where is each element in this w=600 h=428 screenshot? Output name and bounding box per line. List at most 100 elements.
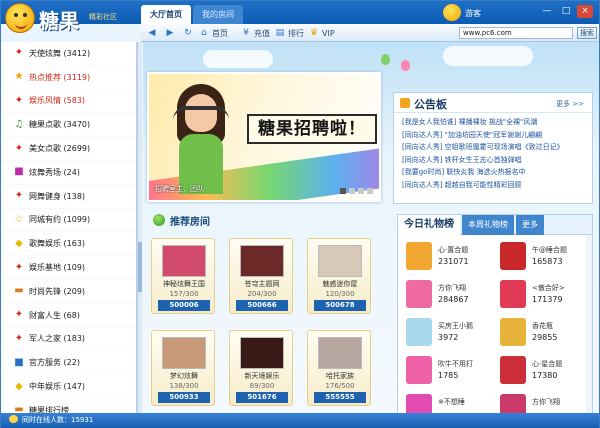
scrollbar-thumb[interactable]: [138, 242, 142, 292]
sidebar-item-label: 歌舞娱乐 (163): [29, 239, 86, 249]
sidebar-item[interactable]: ■ 炫舞秀场 (24): [1, 161, 136, 185]
category-icon: ✦: [14, 332, 24, 344]
category-icon: ♫: [14, 118, 24, 130]
room-thumbnail[interactable]: [162, 337, 206, 369]
category-icon: ✦: [14, 94, 24, 106]
room-thumbnail[interactable]: [240, 245, 284, 277]
sidebar-item[interactable]: ▬ 糖果排行榜: [1, 399, 136, 413]
sidebar-item[interactable]: ■ 官方服务 (22): [1, 351, 136, 376]
gift-item[interactable]: <傲合好> 171379: [494, 277, 586, 313]
sidebar-item[interactable]: ▬ 时尚先锋 (209): [1, 280, 136, 304]
room-card[interactable]: 神秘炫舞王国 157/300 500006: [151, 238, 215, 314]
gift-item[interactable]: 心·星合题 17380: [494, 353, 586, 389]
close-button[interactable]: ×: [577, 5, 593, 18]
room-thumbnail[interactable]: [318, 245, 362, 277]
refresh-button[interactable]: ↻: [183, 27, 196, 39]
sidebar-item[interactable]: ☆ 同城有约 (1099): [1, 209, 136, 233]
room-card[interactable]: 哈托家族 176/500 555555: [307, 330, 371, 406]
gift-name: 方你飞翔: [438, 284, 466, 292]
room-card[interactable]: 梦幻炫舞 138/300 500933: [151, 330, 215, 406]
pager-dot[interactable]: [340, 188, 346, 194]
gift-item[interactable]: 香花瓶 29855: [494, 315, 586, 351]
gift-count: 284867: [438, 295, 469, 304]
room-thumbnail[interactable]: [162, 245, 206, 277]
window-controls: — □ ×: [536, 5, 593, 18]
room-card[interactable]: 魅惑迷你屋 120/300 500678: [307, 238, 371, 314]
notice-item[interactable]: [同向达人秀] 超越自我可能性精彩回顾: [394, 179, 592, 192]
refresh-icon: ↻: [184, 28, 192, 38]
gift-item[interactable]: 吹牛不用打 1785: [400, 353, 492, 389]
recommended-header: 推荐房间: [153, 212, 210, 228]
tab-more-gifts[interactable]: 更多: [516, 215, 544, 235]
sidebar-item-label: 时尚先锋 (209): [29, 286, 86, 296]
online-count: 15931: [71, 416, 94, 424]
sidebar-item-label: 网舞健身 (138): [29, 191, 86, 201]
ranking-button[interactable]: ▤ 排行: [275, 27, 304, 39]
sidebar-item[interactable]: ✦ 娱乐基地 (109): [1, 256, 136, 280]
sidebar-item[interactable]: ✦ 网舞健身 (138): [1, 185, 136, 209]
notice-item[interactable]: [我是女人我怕谁] 裸播裸妆 挑战"全裸"风潮: [394, 116, 592, 129]
gift-item[interactable]: 方你飞翔 284867: [400, 277, 492, 313]
sidebar-item[interactable]: ✦ 军人之家 (183): [1, 328, 136, 352]
notice-item[interactable]: [同向达人秀] "加油坊园天使"冠军谢谢儿翩翩: [394, 129, 592, 142]
minimize-button[interactable]: —: [539, 5, 555, 18]
search-button[interactable]: 搜索: [577, 27, 597, 39]
room-card[interactable]: 苍穹主题网 204/300 500666: [229, 238, 293, 314]
sidebar-item[interactable]: ✦ 娱乐风情 (583): [1, 90, 136, 114]
sidebar-item[interactable]: ♫ 糖果点歌 (3470): [1, 113, 136, 138]
sidebar-item[interactable]: ✦ 天使炫舞 (3412): [1, 42, 136, 66]
tab-today-gifts[interactable]: 今日礼物榜: [398, 215, 460, 235]
room-card[interactable]: 新天境娱乐 89/300 501676: [229, 330, 293, 406]
notice-item[interactable]: [我要go时尚] 联快炎我 海选火热报名中: [394, 166, 592, 179]
avatar[interactable]: [443, 4, 461, 21]
pager-dot[interactable]: [367, 188, 373, 194]
home-button[interactable]: ⌂ 首页: [199, 27, 228, 39]
gift-item[interactable]: 午@睡合题 165873: [494, 239, 586, 275]
gift-item[interactable]: 方你飞翔: [494, 391, 586, 413]
gift-name: 心·星合题: [532, 360, 563, 368]
forward-button[interactable]: ▶: [165, 27, 178, 39]
maximize-button[interactable]: □: [558, 5, 574, 18]
sidebar-item[interactable]: ✦ 美女点歌 (2699): [1, 137, 136, 161]
sidebar-item[interactable]: ◆ 中年娱乐 (147): [1, 375, 136, 399]
sidebar-item[interactable]: ★ 热点推荐 (3119): [1, 66, 136, 90]
gift-ranking: 今日礼物榜 本周礼物榜 更多 心·置合题 231071 午@睡合题 165873 方你飞…: [397, 214, 593, 413]
sidebar-item[interactable]: ✦ 财富人生 (68): [1, 304, 136, 328]
recharge-button[interactable]: ¥ 充值: [241, 27, 270, 39]
tab-lobby[interactable]: 大厅首页: [141, 5, 191, 24]
room-thumbnail[interactable]: [318, 337, 362, 369]
pager-dot[interactable]: [349, 188, 355, 194]
user-area[interactable]: 游客: [443, 4, 513, 21]
category-icon: ■: [14, 166, 24, 178]
gift-tabs: 今日礼物榜 本周礼物榜 更多: [398, 215, 592, 235]
notice-title: 公告板: [414, 98, 447, 111]
notice-more-link[interactable]: 更多 >>: [556, 99, 584, 109]
gift-icon: [500, 280, 526, 308]
sidebar-item-label: 糖果排行榜: [29, 405, 69, 413]
vip-button[interactable]: ♛ VIP: [309, 27, 335, 39]
category-icon: ▬: [14, 404, 24, 413]
notice-item[interactable]: [同向达人秀] 空姐歌班魔霍可现场演唱《致过日记》: [394, 141, 592, 154]
sidebar-item[interactable]: ◆ 歌舞娱乐 (163): [1, 232, 136, 257]
sidebar-item-label: 娱乐风情 (583): [29, 96, 86, 106]
category-icon: ✦: [14, 190, 24, 202]
tab-my-room[interactable]: 我的房间: [193, 5, 243, 24]
gift-name: <傲合好>: [532, 284, 565, 292]
gift-item[interactable]: 买房王小鹅 3972: [400, 315, 492, 351]
pager-dot[interactable]: [358, 188, 364, 194]
gift-scrollbar[interactable]: [586, 235, 592, 413]
address-input[interactable]: www.pc6.com: [459, 27, 573, 39]
notice-item[interactable]: [同向达人秀] 铁杆女生王志心首独弹唱: [394, 154, 592, 167]
sidebar-scrollbar[interactable]: [137, 42, 142, 413]
sidebar-item-label: 糖果点歌 (3470): [29, 120, 91, 130]
promo-banner[interactable]: 糖果招聘啦！ 招聘室主、团队: [147, 72, 381, 202]
back-button[interactable]: ◀: [147, 27, 160, 39]
gift-item[interactable]: 心·置合题 231071: [400, 239, 492, 275]
room-thumbnail[interactable]: [240, 337, 284, 369]
room-count: 176/500: [325, 382, 355, 390]
category-icon: ✦: [14, 309, 24, 321]
gift-icon: [500, 242, 526, 270]
gift-item[interactable]: ※不想睡: [400, 391, 492, 413]
room-count: 157/300: [169, 290, 199, 298]
tab-week-gifts[interactable]: 本周礼物榜: [462, 215, 514, 235]
